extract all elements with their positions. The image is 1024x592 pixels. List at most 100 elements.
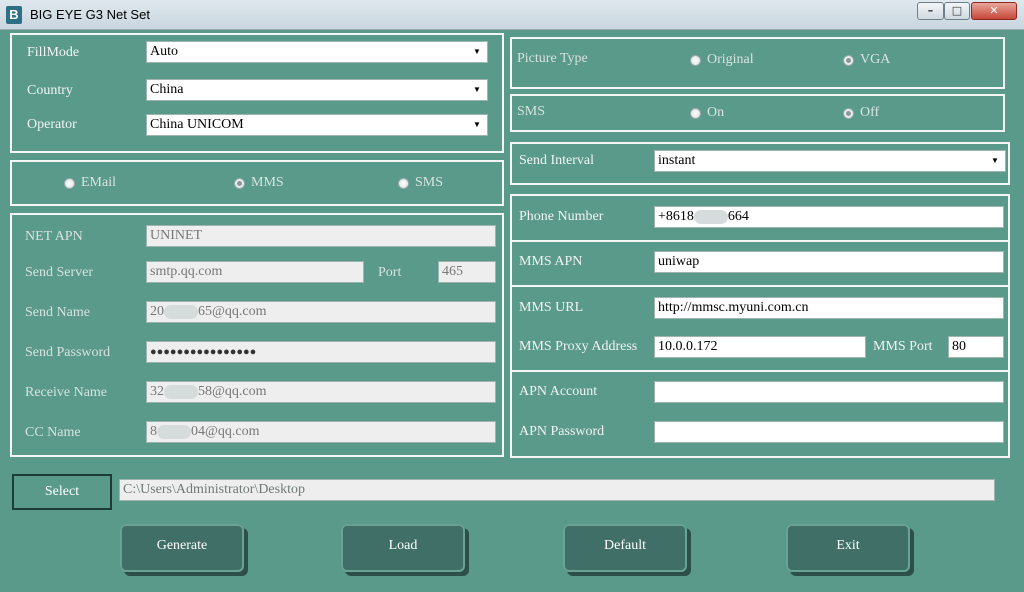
mms-port-label: MMS Port	[873, 339, 933, 354]
send-name-field[interactable]: 20 65@qq.com	[146, 301, 496, 323]
radio-email-label: EMail	[81, 175, 116, 190]
close-button[interactable]: ✕	[971, 2, 1017, 20]
net-apn-field[interactable]: UNINET	[146, 225, 496, 247]
radio-sms-off[interactable]: Off	[843, 105, 879, 121]
sms-panel: SMS On Off	[510, 94, 1005, 132]
send-name-label: Send Name	[25, 305, 90, 320]
radio-email[interactable]: EMail	[64, 175, 116, 191]
radio-original-label: Original	[707, 52, 754, 67]
operator-select[interactable]: China UNICOM ▼	[146, 114, 488, 136]
select-folder-button[interactable]: Select	[12, 474, 112, 510]
fillmode-select[interactable]: Auto ▼	[146, 41, 488, 63]
divider	[512, 240, 1008, 242]
redaction-blur	[157, 424, 191, 439]
radio-sms-off-label: Off	[860, 105, 880, 120]
radio-sms[interactable]: SMS	[398, 175, 443, 191]
chevron-down-icon: ▼	[469, 82, 485, 98]
picture-type-label: Picture Type	[517, 51, 588, 66]
send-name-suffix: 65@qq.com	[198, 304, 267, 319]
country-label: Country	[27, 83, 73, 98]
radio-mms-indicator	[234, 177, 245, 189]
mms-apn-label: MMS APN	[519, 254, 583, 269]
mms-proxy-field[interactable]: 10.0.0.172	[654, 336, 866, 358]
redaction-blur	[164, 304, 198, 319]
cc-name-prefix: 8	[150, 424, 157, 439]
title-bar: B BIG EYE G3 Net Set – □ ✕	[0, 0, 1024, 30]
send-interval-select[interactable]: instant ▼	[654, 150, 1006, 172]
divider	[512, 285, 1008, 287]
chevron-down-icon: ▼	[469, 117, 485, 133]
port-label: Port	[378, 265, 402, 280]
email-panel: NET APN UNINET Send Server smtp.qq.com P…	[10, 213, 504, 457]
maximize-button[interactable]: □	[944, 2, 970, 20]
radio-sms-on-label: On	[707, 105, 725, 120]
load-button[interactable]: Load	[341, 524, 465, 572]
exit-button[interactable]: Exit	[786, 524, 910, 572]
operator-label: Operator	[27, 117, 77, 132]
generate-button[interactable]: Generate	[120, 524, 244, 572]
send-password-field[interactable]: ●●●●●●●●●●●●●●●●	[146, 341, 496, 363]
radio-vga-label: VGA	[860, 52, 891, 67]
cc-name-suffix: 04@qq.com	[191, 424, 260, 439]
mms-url-label: MMS URL	[519, 300, 584, 315]
apn-account-label: APN Account	[519, 384, 598, 399]
apn-password-label: APN Password	[519, 424, 605, 439]
chevron-down-icon: ▼	[987, 153, 1003, 169]
send-server-label: Send Server	[25, 265, 94, 280]
redaction-blur	[164, 384, 198, 399]
mms-port-field[interactable]: 80	[948, 336, 1004, 358]
send-interval-value: instant	[658, 153, 696, 168]
phone-number-field[interactable]: +8618 664	[654, 206, 1004, 228]
radio-sms-on[interactable]: On	[690, 105, 724, 121]
country-value: China	[150, 82, 184, 97]
mms-proxy-label: MMS Proxy Address	[519, 339, 638, 354]
radio-sms-indicator	[398, 177, 409, 189]
path-field[interactable]: C:\Users\Administrator\Desktop	[119, 479, 995, 501]
send-interval-label: Send Interval	[519, 153, 595, 168]
radio-sms-label: SMS	[415, 175, 444, 190]
mms-url-field[interactable]: http://mmsc.myuni.com.cn	[654, 297, 1004, 319]
send-server-field[interactable]: smtp.qq.com	[146, 261, 364, 283]
sms-label: SMS	[517, 104, 546, 119]
country-select[interactable]: China ▼	[146, 79, 488, 101]
radio-mms[interactable]: MMS	[234, 175, 284, 191]
minimize-button[interactable]: –	[917, 2, 944, 20]
phone-prefix: +8618	[658, 209, 694, 224]
radio-sms-off-indicator	[843, 107, 854, 119]
cc-name-field[interactable]: 8 04@qq.com	[146, 421, 496, 443]
picture-type-panel: Picture Type Original VGA	[510, 37, 1005, 89]
receive-name-label: Receive Name	[25, 385, 108, 400]
net-apn-label: NET APN	[25, 229, 83, 244]
mms-apn-field[interactable]: uniwap	[654, 251, 1004, 273]
redaction-blur	[693, 209, 728, 224]
phone-suffix: 664	[727, 209, 749, 224]
chevron-down-icon: ▼	[469, 44, 485, 60]
port-field[interactable]: 465	[438, 261, 496, 283]
operator-value: China UNICOM	[150, 117, 244, 132]
app-icon: B	[6, 6, 22, 24]
apn-account-field[interactable]	[654, 381, 1004, 403]
phone-number-label: Phone Number	[519, 209, 604, 224]
divider	[512, 370, 1008, 372]
radio-vga-indicator	[843, 54, 854, 66]
radio-vga[interactable]: VGA	[843, 52, 890, 68]
send-name-prefix: 20	[150, 304, 164, 319]
send-interval-panel: Send Interval instant ▼	[510, 142, 1010, 185]
operator-panel: FillMode Auto ▼ Country China ▼ Operator…	[10, 33, 504, 153]
radio-original-indicator	[690, 54, 701, 66]
send-password-label: Send Password	[25, 345, 111, 360]
fillmode-label: FillMode	[27, 45, 80, 60]
fillmode-value: Auto	[150, 44, 178, 59]
default-button[interactable]: Default	[563, 524, 687, 572]
radio-original[interactable]: Original	[690, 52, 754, 68]
mode-panel: EMail MMS SMS	[10, 160, 504, 206]
receive-name-field[interactable]: 32 58@qq.com	[146, 381, 496, 403]
radio-sms-on-indicator	[690, 107, 701, 119]
mms-panel: Phone Number +8618 664 MMS APN uniwap MMS…	[510, 194, 1010, 458]
cc-name-label: CC Name	[25, 425, 81, 440]
receive-name-suffix: 58@qq.com	[198, 384, 267, 399]
apn-password-field[interactable]	[654, 421, 1004, 443]
radio-mms-label: MMS	[251, 175, 284, 190]
receive-name-prefix: 32	[150, 384, 164, 399]
window-title: BIG EYE G3 Net Set	[30, 7, 150, 22]
